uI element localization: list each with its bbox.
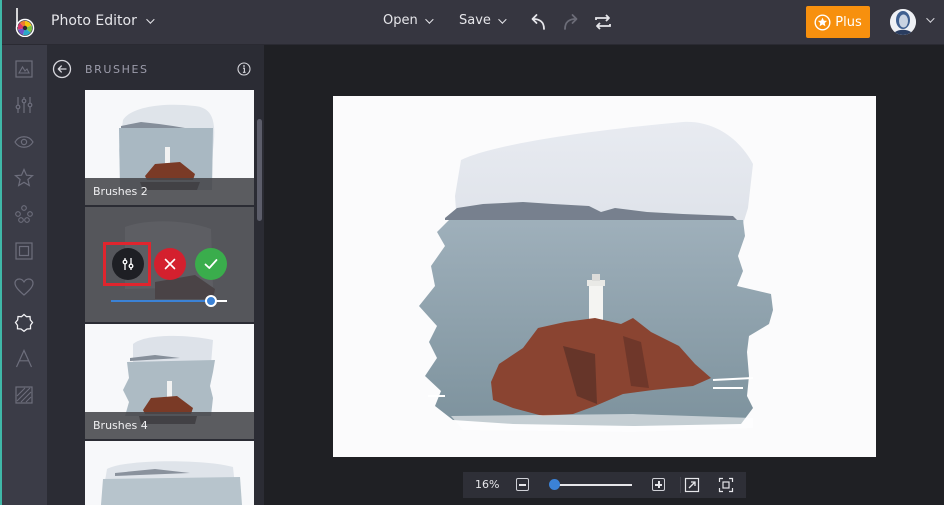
chevron-down-icon xyxy=(424,14,434,24)
badge-icon[interactable] xyxy=(12,311,36,335)
app-title: Photo Editor xyxy=(51,13,137,29)
open-menu-button[interactable]: Open xyxy=(383,13,434,28)
info-icon[interactable] xyxy=(237,62,251,76)
redo-icon[interactable] xyxy=(561,12,581,32)
star-icon[interactable] xyxy=(12,166,36,190)
adjust-icon[interactable] xyxy=(12,93,36,117)
zoom-percent: 16% xyxy=(475,478,500,491)
app-logo[interactable] xyxy=(12,7,38,37)
eye-icon[interactable] xyxy=(12,130,36,154)
brush-thumbnail-next[interactable] xyxy=(85,441,254,505)
plus-label: Plus xyxy=(835,14,862,30)
heart-icon[interactable] xyxy=(12,275,36,299)
apply-brush-button[interactable] xyxy=(195,248,227,280)
plus-upgrade-button[interactable]: Plus xyxy=(806,6,870,38)
top-bar: Photo Editor Open Save Plus xyxy=(0,0,944,45)
text-icon[interactable] xyxy=(12,347,36,371)
app-title-menu[interactable]: Photo Editor xyxy=(51,13,155,29)
user-avatar[interactable] xyxy=(890,9,916,35)
edited-photo[interactable] xyxy=(333,96,876,457)
brush-intensity-fill xyxy=(111,300,211,302)
check-icon xyxy=(204,259,218,269)
cancel-brush-button[interactable] xyxy=(154,248,186,280)
chevron-down-icon[interactable] xyxy=(926,14,935,23)
accent-strip xyxy=(0,0,2,45)
chevron-down-icon xyxy=(145,15,155,24)
zoom-out-button[interactable] xyxy=(516,478,529,491)
texture-icon[interactable] xyxy=(12,383,36,407)
zoom-slider-handle[interactable] xyxy=(549,479,560,490)
brush-label: Brushes 4 xyxy=(85,412,254,439)
brush-thumbnail-brushes-2[interactable]: Brushes 2 xyxy=(85,90,254,205)
panel-scrollbar-thumb[interactable] xyxy=(257,119,262,221)
highlight-annotation xyxy=(103,242,151,286)
save-label: Save xyxy=(459,13,491,28)
chevron-down-icon xyxy=(498,14,507,24)
zoom-in-button[interactable] xyxy=(652,478,665,491)
frame-icon[interactable] xyxy=(12,239,36,263)
avatar-icon xyxy=(890,9,916,35)
zoom-bar: 16% xyxy=(463,472,746,498)
expand-icon[interactable] xyxy=(684,477,700,493)
save-menu-button[interactable]: Save xyxy=(459,13,507,28)
x-icon xyxy=(164,258,176,270)
zoom-divider xyxy=(680,477,681,493)
brush-intensity-handle[interactable] xyxy=(204,295,217,307)
image-icon[interactable] xyxy=(12,57,36,81)
zoom-slider[interactable] xyxy=(555,484,632,486)
panel-title: BRUSHES xyxy=(85,63,149,76)
star-badge-icon xyxy=(814,13,831,31)
brush-label: Brushes 2 xyxy=(85,178,254,205)
open-label: Open xyxy=(383,13,418,28)
back-arrow-icon[interactable] xyxy=(52,59,72,79)
fit-screen-icon[interactable] xyxy=(718,477,734,493)
brush-preview-image xyxy=(101,461,242,505)
effects-icon[interactable] xyxy=(12,202,36,226)
lighthouse-photo xyxy=(419,121,773,432)
brush-thumbnail-brushes-4[interactable]: Brushes 4 xyxy=(85,324,254,439)
accent-strip xyxy=(0,45,2,505)
undo-icon[interactable] xyxy=(528,12,548,32)
compare-icon[interactable] xyxy=(593,12,613,32)
